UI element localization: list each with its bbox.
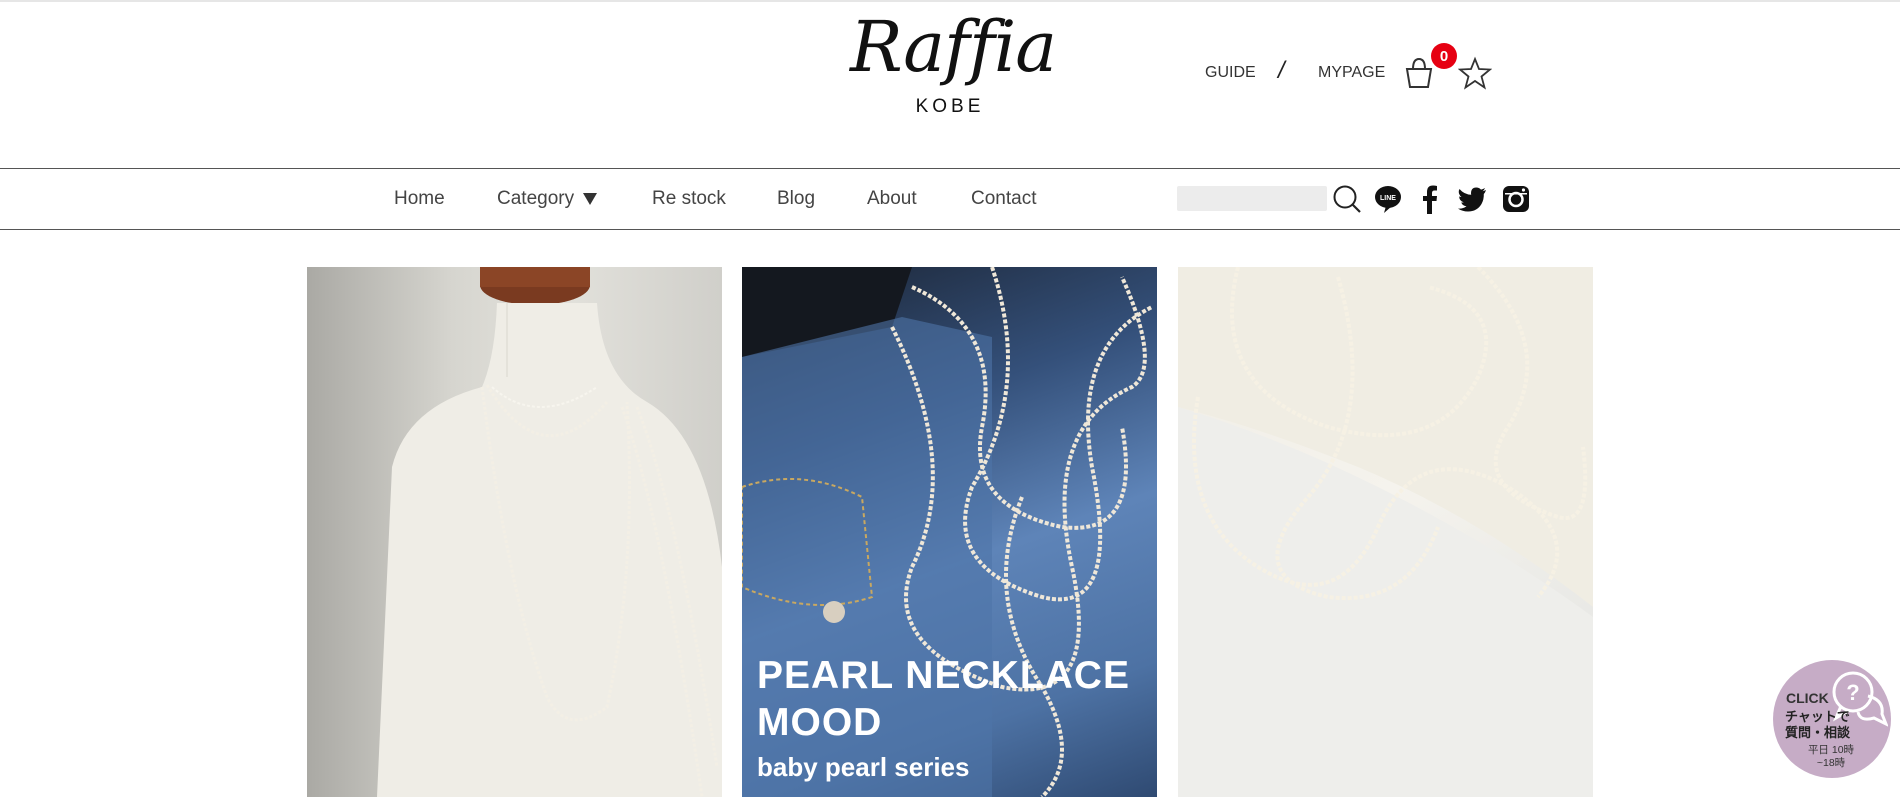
banner-mannequin[interactable] [307, 267, 722, 797]
pearls-fabric-image [1178, 267, 1593, 797]
svg-text:LINE: LINE [1380, 195, 1396, 202]
mypage-link[interactable]: MYPAGE [1318, 58, 1385, 88]
caret-down-icon [583, 193, 598, 205]
svg-text:?: ? [1846, 680, 1859, 705]
nav-category-label: Category [497, 188, 575, 209]
nav-home[interactable]: Home [394, 169, 445, 229]
nav-category[interactable]: Category [497, 169, 598, 229]
banner-overlay: PEARL NECKLACE MOOD baby pearl series [757, 652, 1147, 783]
banner-title: PEARL NECKLACE MOOD [757, 654, 1130, 744]
banner-subtitle: baby pearl series [757, 752, 970, 782]
twitter-icon [1458, 187, 1486, 212]
twitter-link[interactable] [1456, 183, 1488, 215]
logo-subtitle: KOBE [915, 96, 985, 117]
chat-click-label: CLICK [1786, 690, 1829, 706]
site-logo[interactable]: Raffia KOBE [850, 6, 1057, 118]
site-header: Raffia KOBE GUIDE / MYPAGE 0 [0, 0, 1900, 168]
search-icon [1333, 185, 1361, 213]
line-icon: LINE [1375, 186, 1401, 213]
instagram-link[interactable] [1500, 183, 1532, 215]
search-button[interactable] [1331, 183, 1363, 215]
chat-text: チャットで 質問・相談 [1785, 709, 1851, 740]
header-separator: / [1278, 57, 1285, 84]
cart-count-badge: 0 [1431, 43, 1457, 69]
nav-contact[interactable]: Contact [971, 169, 1036, 229]
guide-link[interactable]: GUIDE [1205, 58, 1256, 88]
shopping-bag-icon [1405, 57, 1433, 88]
search-input[interactable] [1177, 186, 1327, 211]
banner-pearls-fabric[interactable] [1178, 267, 1593, 797]
nav-blog[interactable]: Blog [777, 169, 815, 229]
facebook-link[interactable] [1414, 183, 1446, 215]
nav-about[interactable]: About [867, 169, 917, 229]
favorites-button[interactable] [1457, 56, 1493, 90]
star-icon [1457, 56, 1493, 90]
mannequin-pearl-image [377, 267, 722, 797]
line-link[interactable]: LINE [1372, 183, 1404, 215]
facebook-icon [1423, 185, 1437, 214]
chat-widget[interactable]: ? CLICK チャットで 質問・相談 平日 10時~18時 [1773, 660, 1891, 778]
nav-restock[interactable]: Re stock [652, 169, 726, 229]
chat-hours: 平日 10時~18時 [1807, 744, 1855, 769]
cart-button[interactable] [1402, 56, 1436, 90]
main-nav: Home Category Re stock Blog About Contac… [0, 168, 1900, 230]
logo-script: Raffia [850, 6, 1057, 88]
banner-pearl-necklace-mood[interactable]: PEARL NECKLACE MOOD baby pearl series [742, 267, 1157, 797]
instagram-icon [1503, 186, 1529, 212]
